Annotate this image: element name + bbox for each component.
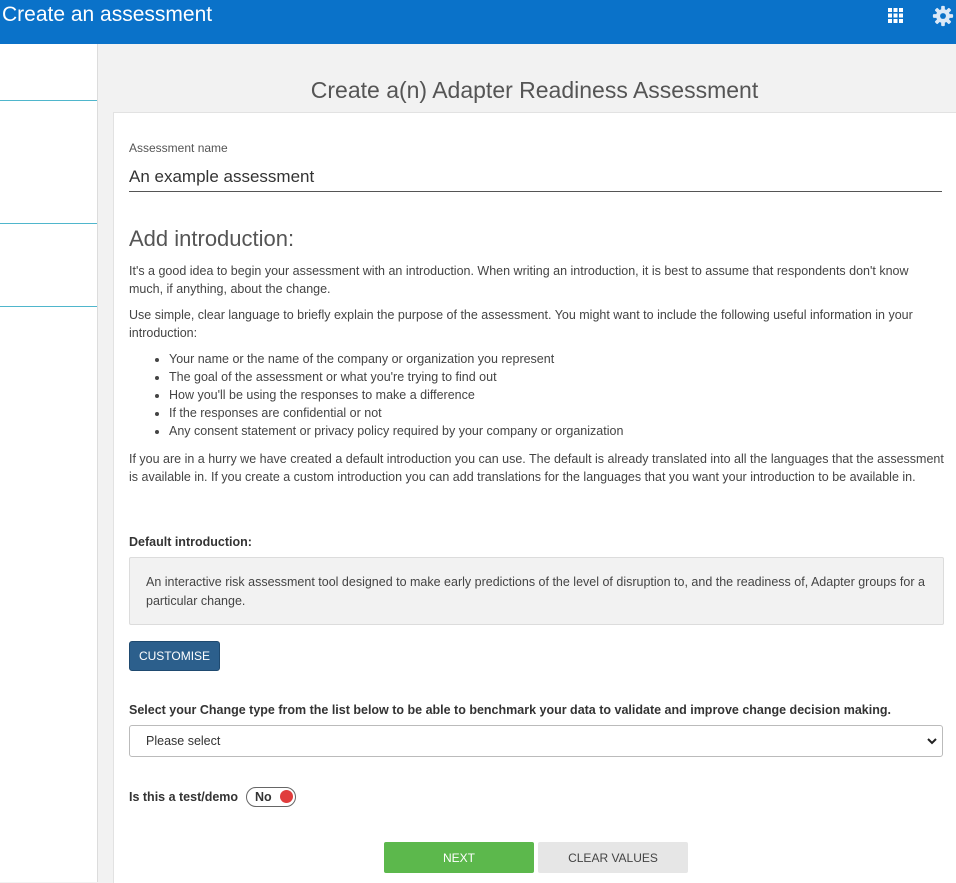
list-item: Your name or the name of the company or … xyxy=(169,350,623,368)
list-item: The goal of the assessment or what you'r… xyxy=(169,368,623,386)
assessment-name-input[interactable] xyxy=(129,163,942,192)
list-item: How you'll be using the responses to mak… xyxy=(169,386,623,404)
grid-icon[interactable] xyxy=(888,8,903,23)
assessment-form: Assessment name Add introduction: It's a… xyxy=(113,112,956,883)
toggle-text: No xyxy=(255,790,272,804)
gear-icon[interactable] xyxy=(932,5,954,27)
page-title: Create a(n) Adapter Readiness Assessment xyxy=(310,77,759,103)
app-title: Create an assessment xyxy=(2,3,213,26)
top-bar: Create an assessment xyxy=(0,0,956,44)
sidebar-divider xyxy=(0,223,97,224)
default-intro-text: An interactive risk assessment tool desi… xyxy=(129,557,944,625)
sidebar-divider xyxy=(0,100,97,101)
test-demo-label: Is this a test/demo xyxy=(129,790,239,804)
test-demo-toggle[interactable]: No xyxy=(246,787,296,807)
intro-bullet-list: Your name or the name of the company or … xyxy=(129,350,623,440)
change-type-label: Select your Change type from the list be… xyxy=(129,703,891,717)
intro-paragraph-2: Use simple, clear language to briefly ex… xyxy=(129,308,913,340)
clear-values-button[interactable]: CLEAR VALUES xyxy=(538,842,688,873)
chevron-down-icon xyxy=(927,738,937,745)
change-type-select[interactable]: Please select xyxy=(129,725,943,757)
toggle-knob xyxy=(280,790,293,803)
next-button[interactable]: NEXT xyxy=(384,842,534,873)
change-type-value: Please select xyxy=(146,734,221,748)
list-item: If the responses are confidential or not xyxy=(169,404,623,422)
intro-paragraph-3: If you are in a hurry we have created a … xyxy=(129,452,944,484)
customise-button[interactable]: CUSTOMISE xyxy=(129,641,220,671)
default-intro-label: Default introduction: xyxy=(129,535,252,549)
sidebar xyxy=(0,44,98,882)
intro-paragraph-1: It's a good idea to begin your assessmen… xyxy=(129,264,909,296)
assessment-name-label: Assessment name xyxy=(129,141,228,155)
sidebar-divider xyxy=(0,306,97,307)
intro-heading: Add introduction: xyxy=(129,226,295,251)
list-item: Any consent statement or privacy policy … xyxy=(169,422,623,440)
